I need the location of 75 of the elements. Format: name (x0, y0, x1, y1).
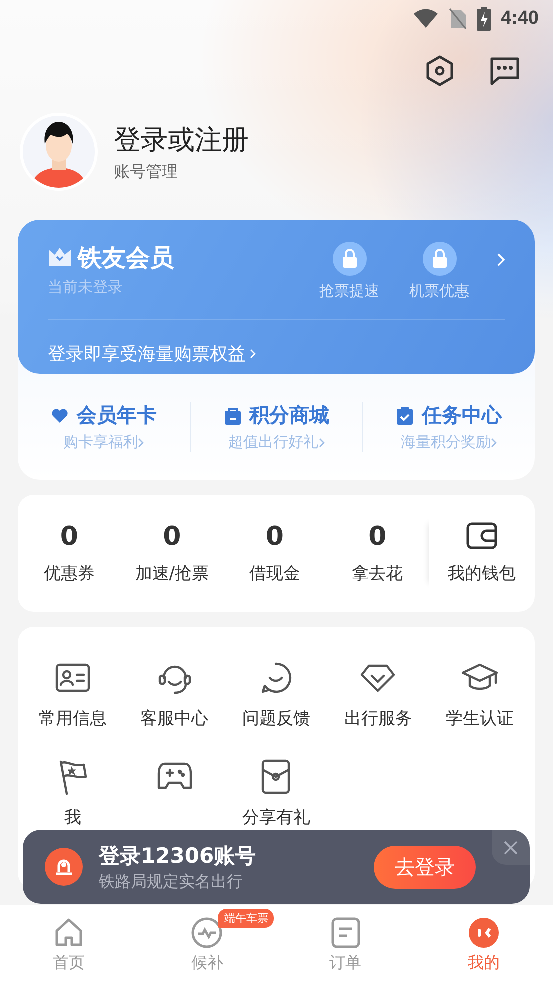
banner-subtitle: 铁路局规定实名出行 (99, 872, 244, 892)
stat-label: 借现金 (249, 563, 300, 585)
chevron-icon (496, 253, 505, 267)
service-item[interactable]: 学生认证 (429, 659, 531, 730)
chevron-icon (250, 349, 256, 359)
login-button[interactable]: 去登录 (374, 846, 476, 888)
wifi-icon (412, 9, 439, 29)
member-link[interactable]: 会员年卡 购卡享福利 (18, 402, 190, 452)
link-subtitle: 海量积分奖励 (401, 433, 492, 452)
message-icon (489, 56, 521, 86)
chat-bubble-icon (259, 661, 294, 695)
membership-title: 铁友会员 (78, 243, 174, 274)
service-label: 问题反馈 (242, 708, 310, 730)
banner-title: 登录12306账号 (99, 842, 256, 870)
diamond-icon (360, 663, 396, 693)
stat-value: 0 (266, 522, 284, 552)
status-time: 4:40 (500, 8, 539, 30)
service-item[interactable]: 出行服务 (327, 659, 430, 730)
service-item[interactable]: 我 (22, 758, 124, 829)
stat-value: 0 (60, 522, 78, 552)
pulse-icon (191, 917, 224, 949)
service-item[interactable]: 问题反馈 (226, 659, 328, 730)
chevron-icon (138, 438, 144, 448)
crown-icon (48, 247, 72, 269)
wallet-icon (466, 522, 498, 550)
promo-link[interactable]: 登录即享受海量购票权益 (48, 342, 256, 366)
tab[interactable]: 订单 (276, 905, 415, 983)
close-button[interactable] (492, 830, 530, 865)
service-item[interactable]: 客服中心 (124, 659, 226, 730)
face-icon (468, 917, 500, 949)
member-link[interactable]: 任务中心 海量积分奖励 (362, 402, 536, 452)
document-icon (330, 917, 362, 949)
link-title: 积分商城 (250, 402, 330, 429)
login-status: 当前未登录 (48, 278, 124, 297)
perk-label: 抢票提速 (320, 282, 380, 301)
tab[interactable]: 首页 (0, 905, 138, 983)
stat-value: 0 (368, 522, 387, 552)
service-label: 出行服务 (344, 708, 412, 730)
tab-badge: 端午车票 (218, 909, 274, 928)
perk-label: 机票优惠 (410, 282, 470, 301)
clipboard-icon (396, 406, 414, 426)
login-title[interactable]: 登录或注册 (114, 122, 249, 158)
member-link[interactable]: 积分商城 超值出行好礼 (190, 402, 362, 452)
service-item[interactable]: 常用信息 (22, 659, 124, 730)
service-label: 学生认证 (446, 708, 514, 730)
shopping-bag-icon (224, 406, 242, 426)
envelope-icon (261, 759, 292, 795)
chevron-icon (491, 438, 498, 448)
service-label: 分享有礼 (242, 807, 310, 829)
link-subtitle: 超值出行好礼 (228, 433, 318, 452)
stat-value: 0 (163, 522, 182, 552)
battery-charging-icon (476, 7, 491, 31)
account-subtitle[interactable]: 账号管理 (114, 162, 249, 182)
chevron-icon (318, 438, 324, 448)
tab[interactable]: 候补 端午车票 (138, 905, 276, 983)
link-subtitle: 购卡享福利 (63, 433, 138, 452)
service-label: 客服中心 (140, 708, 209, 730)
membership-card[interactable]: 铁友会员 当前未登录 抢票提速 机票优惠 登录即享受海量购票权益 (18, 220, 535, 374)
stat-label: 加速/抢票 (135, 563, 209, 585)
stat-label: 优惠券 (44, 563, 95, 585)
stat-label: 拿去花 (352, 563, 404, 585)
railway-logo-icon (45, 848, 83, 886)
close-icon (504, 840, 518, 854)
no-sim-icon (448, 8, 467, 30)
home-icon (53, 917, 86, 949)
settings-icon (425, 55, 455, 87)
tab[interactable]: 我的 (414, 905, 553, 983)
service-label: 我 (64, 807, 82, 829)
service-item[interactable]: 分享有礼 (226, 758, 328, 829)
service-label: 常用信息 (38, 708, 107, 730)
link-title: 任务中心 (422, 402, 502, 429)
link-title: 会员年卡 (76, 402, 157, 429)
wallet-button[interactable]: 我的钱包 (429, 518, 535, 589)
heart-icon (50, 406, 69, 424)
id-card-icon (54, 663, 91, 693)
